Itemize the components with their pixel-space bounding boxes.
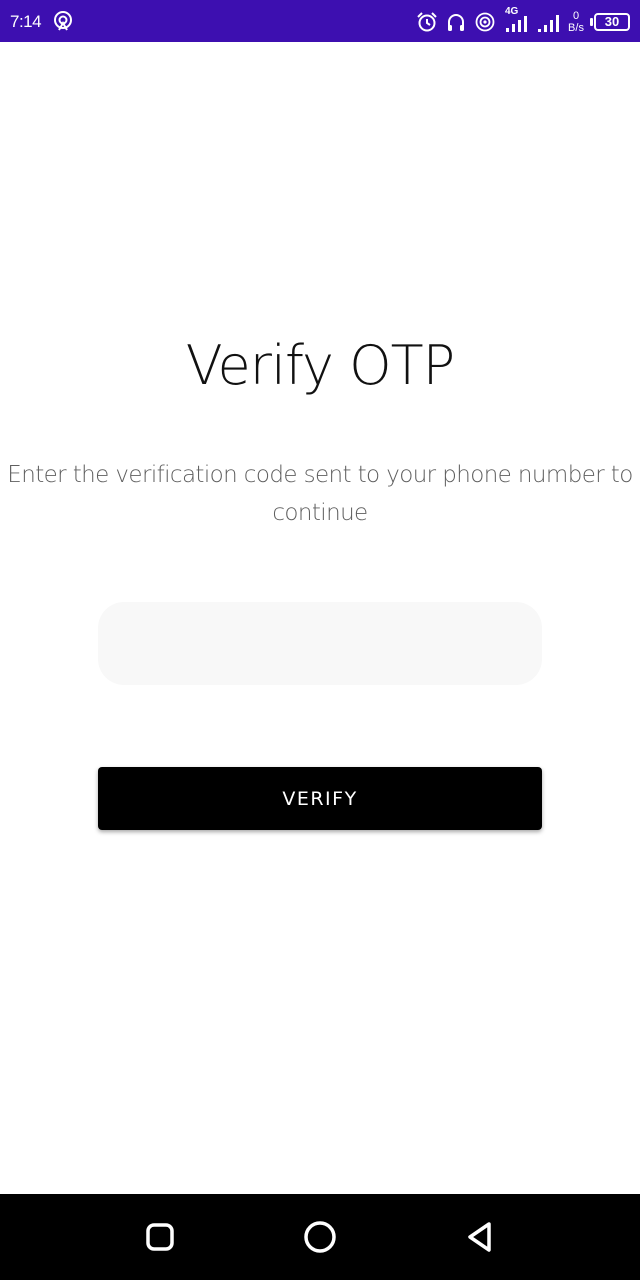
navigation-bar (0, 1194, 640, 1280)
status-icons: 4G 0 B/s 30 (416, 6, 630, 38)
hotspot-icon (474, 11, 496, 33)
network-speed-value: 0 (572, 10, 580, 22)
page-title: Verify OTP (185, 334, 455, 397)
otp-input[interactable] (98, 602, 542, 685)
back-icon[interactable] (455, 1212, 505, 1262)
signal-4g-icon: 4G (503, 6, 529, 35)
page-subtitle: Enter the verification code sent to your… (7, 462, 633, 526)
otp-screen: 7:14 4G 0 B/s 30 Verify OTP Enter the ve… (0, 0, 640, 1280)
network-speed-unit: B/s (568, 22, 584, 34)
headphones-icon (445, 11, 467, 33)
home-icon[interactable] (295, 1212, 345, 1262)
network-type-label: 4G (505, 6, 519, 17)
battery-level: 30 (604, 14, 620, 29)
battery-icon: 30 (590, 13, 630, 31)
status-time: 7:14 (10, 12, 42, 31)
cast-icon (52, 10, 74, 32)
verify-button[interactable]: VERIFY (98, 767, 542, 830)
signal-icon (536, 10, 560, 34)
network-speed: 0 B/s (567, 10, 585, 34)
alarm-icon (416, 11, 438, 33)
status-bar: 7:14 4G 0 B/s 30 (0, 0, 640, 42)
recents-icon[interactable] (135, 1212, 185, 1262)
